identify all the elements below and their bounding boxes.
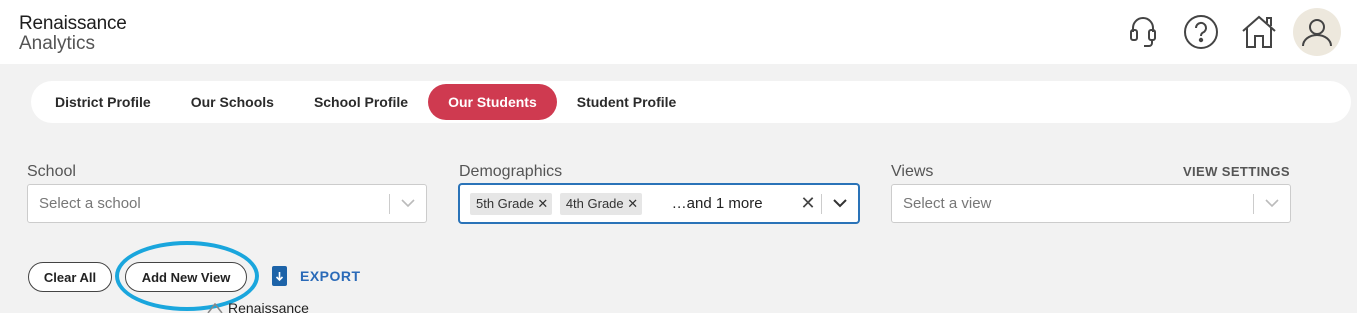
views-filter-label: Views (891, 163, 934, 180)
download-icon (272, 266, 287, 286)
tab-student-profile[interactable]: Student Profile (557, 84, 697, 120)
footer-logo-text: Renaissance (228, 300, 309, 313)
view-settings-link[interactable]: VIEW SETTINGS (1183, 164, 1290, 179)
export-button[interactable]: EXPORT (272, 266, 361, 286)
chip-remove-icon[interactable]: ✕ (624, 196, 642, 212)
tab-our-schools[interactable]: Our Schools (171, 84, 294, 120)
tab-school-profile[interactable]: School Profile (294, 84, 428, 120)
chevron-down-icon[interactable] (390, 199, 426, 208)
home-icon[interactable] (1239, 12, 1279, 52)
brand-subtitle: Analytics (19, 33, 96, 54)
chip-4th-grade: 4th Grade ✕ (559, 192, 642, 215)
demographics-chips: 5th Grade ✕ 4th Grade ✕ …and 1 more (460, 192, 795, 215)
views-select[interactable]: Select a view (891, 184, 1291, 223)
school-select[interactable]: Select a school (27, 184, 427, 223)
school-select-placeholder: Select a school (39, 195, 141, 212)
header-icon-group (1105, 8, 1341, 56)
chevron-down-icon[interactable] (1254, 199, 1290, 208)
renaissance-logo-icon (207, 302, 223, 313)
help-icon[interactable] (1181, 12, 1221, 52)
headset-icon[interactable] (1123, 12, 1163, 52)
export-label: EXPORT (300, 268, 361, 284)
chip-5th-grade: 5th Grade ✕ (470, 192, 552, 215)
user-avatar[interactable] (1293, 8, 1341, 56)
chip-label: 4th Grade (565, 196, 624, 211)
footer-logo: Renaissance (206, 300, 309, 313)
school-filter-label: School (27, 163, 76, 180)
brand-name: Renaissance (19, 13, 127, 34)
nav-tabs: District Profile Our Schools School Prof… (31, 81, 1351, 123)
brand-logo[interactable]: Renaissance Analytics (19, 14, 127, 54)
top-bar: Renaissance Analytics (0, 0, 1357, 64)
more-selected-text: …and 1 more (671, 195, 763, 212)
tab-district-profile[interactable]: District Profile (35, 84, 171, 120)
chevron-down-icon[interactable] (822, 199, 858, 208)
demographics-filter-label: Demographics (459, 163, 563, 180)
chip-remove-icon[interactable]: ✕ (534, 196, 552, 212)
demographics-select[interactable]: 5th Grade ✕ 4th Grade ✕ …and 1 more ✕ (459, 184, 859, 223)
chip-label: 5th Grade (476, 196, 534, 211)
tab-our-students[interactable]: Our Students (428, 84, 557, 120)
views-select-placeholder: Select a view (903, 195, 992, 212)
clear-selection-icon[interactable]: ✕ (795, 193, 821, 214)
clear-all-button[interactable]: Clear All (28, 262, 112, 292)
user-icon (1302, 19, 1332, 47)
